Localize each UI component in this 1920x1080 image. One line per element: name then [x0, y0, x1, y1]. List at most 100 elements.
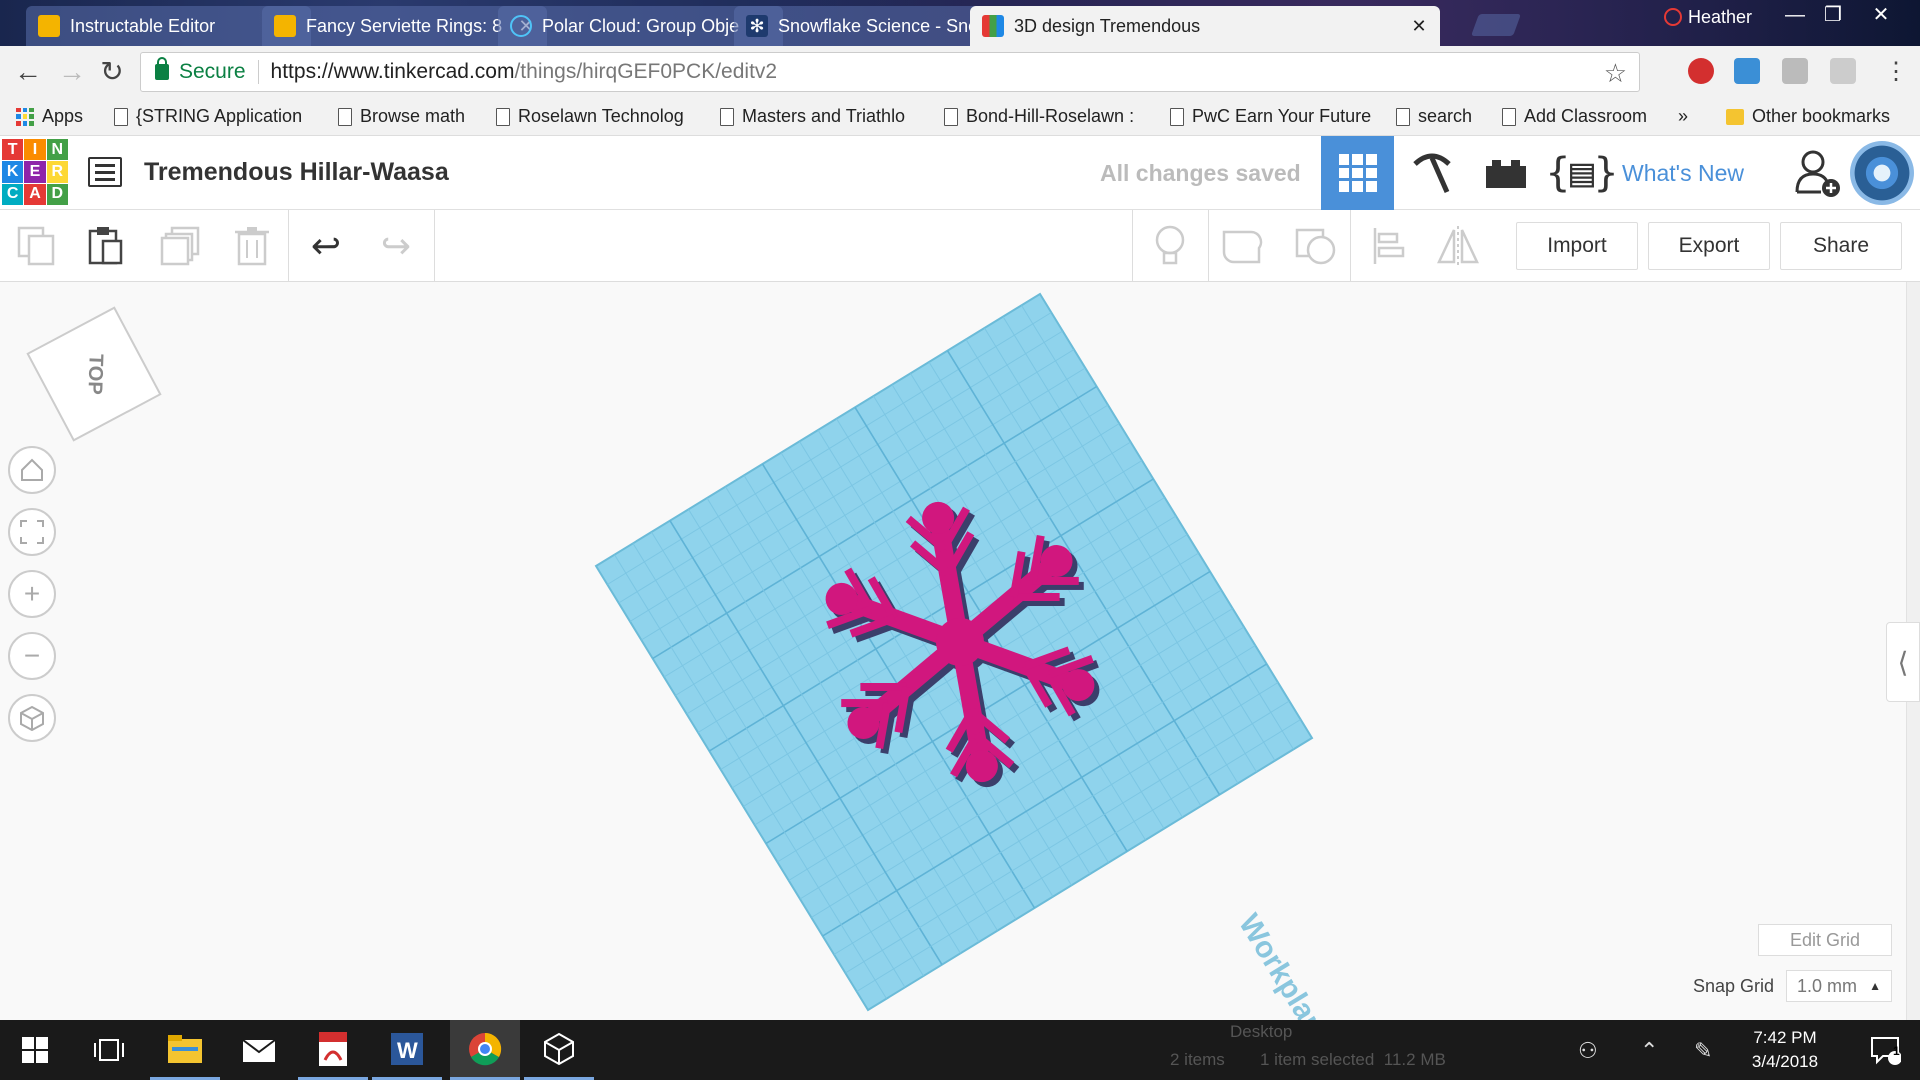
word-app[interactable]: W	[372, 1020, 442, 1080]
blocks-mode-button[interactable]	[1396, 136, 1468, 210]
workplane-label: Workplane	[1232, 908, 1340, 1020]
projection-button[interactable]	[8, 694, 56, 742]
ungroup-button[interactable]	[1294, 224, 1338, 268]
align-button[interactable]	[1366, 224, 1410, 268]
design-title[interactable]: Tremendous Hillar-Waasa	[144, 158, 449, 187]
menu-icon[interactable]: ⋮	[1880, 56, 1912, 88]
undo-button[interactable]: ↩	[304, 224, 348, 268]
bricks-mode-button[interactable]	[1470, 136, 1542, 210]
home-view-button[interactable]	[8, 446, 56, 494]
task-view-icon	[94, 1039, 124, 1061]
bookmark-item[interactable]: Masters and Triathlo	[720, 106, 905, 127]
close-window-button[interactable]: ✕	[1866, 2, 1896, 28]
tinkercad-header: TINKERCAD Tremendous Hillar-Waasa All ch…	[0, 136, 1920, 210]
snap-grid-value: 1.0 mm	[1797, 975, 1858, 996]
action-center-button[interactable]: 1	[1850, 1020, 1920, 1080]
paste-button[interactable]	[84, 224, 128, 268]
notes-button[interactable]	[1148, 224, 1192, 268]
zoom-in-button[interactable]: +	[8, 570, 56, 618]
extension-icon[interactable]	[1782, 58, 1808, 84]
bookmark-label: PwC Earn Your Future	[1192, 106, 1372, 126]
design-list-icon[interactable]	[88, 157, 122, 187]
user-avatar[interactable]	[1850, 141, 1914, 205]
bookmark-item[interactable]: Roselawn Technolog	[496, 106, 684, 127]
bookmark-item[interactable]: PwC Earn Your Future	[1170, 106, 1371, 127]
copy-button[interactable]	[14, 224, 58, 268]
zoom-out-button[interactable]: −	[8, 632, 56, 680]
bookmark-star-icon[interactable]: ☆	[1604, 58, 1627, 89]
codeblocks-icon: {▤}	[1545, 150, 1619, 196]
copy-icon	[17, 226, 55, 266]
tinkercad-logo[interactable]: TINKERCAD	[2, 139, 68, 205]
3d-builder-app[interactable]	[524, 1020, 594, 1080]
mail-app[interactable]	[224, 1020, 294, 1080]
address-bar[interactable]: Secure https://www.tinkercad.com/things/…	[140, 52, 1640, 92]
extension-icon[interactable]	[1688, 58, 1714, 84]
pdf-app[interactable]	[298, 1020, 368, 1080]
bookmarks-overflow-button[interactable]: »	[1678, 106, 1688, 127]
minimize-button[interactable]: —	[1780, 2, 1810, 28]
chrome-app[interactable]	[450, 1020, 520, 1080]
export-button[interactable]: Export	[1648, 222, 1770, 270]
share-button[interactable]: Share	[1780, 222, 1902, 270]
pen-icon[interactable]: ✎	[1694, 1038, 1712, 1064]
system-clock[interactable]: 7:42 PM 3/4/2018	[1740, 1026, 1830, 1074]
view-3d-button[interactable]	[1321, 136, 1394, 210]
svg-text:W: W	[397, 1038, 418, 1063]
file-explorer-app[interactable]	[150, 1020, 220, 1080]
logo-letter: I	[24, 139, 46, 161]
whats-new-link[interactable]: What's New	[1622, 160, 1744, 187]
browser-tab-active[interactable]: 3D design Tremendous ✕	[970, 6, 1440, 46]
invite-user-button[interactable]	[1786, 136, 1850, 210]
windows-icon	[22, 1037, 48, 1063]
show-hidden-icons[interactable]: ⌃	[1640, 1038, 1658, 1064]
task-view-button[interactable]	[74, 1020, 144, 1080]
page-icon	[1170, 107, 1184, 126]
tab-title: 3D design Tremendous	[1014, 15, 1201, 36]
logo-letter: K	[2, 161, 24, 183]
page-icon	[496, 107, 510, 126]
forward-button[interactable]: →	[56, 56, 88, 88]
bookmark-label: Other bookmarks	[1752, 106, 1891, 126]
edit-grid-button[interactable]: Edit Grid	[1758, 924, 1892, 956]
close-icon[interactable]: ✕	[1410, 16, 1428, 37]
grid-icon	[1338, 154, 1377, 192]
bookmark-item[interactable]: {STRING Application	[114, 106, 302, 127]
cast-icon[interactable]	[1830, 58, 1856, 84]
codeblocks-button[interactable]: {▤}	[1546, 136, 1618, 210]
profile-button[interactable]: Heather	[1664, 4, 1752, 30]
people-icon[interactable]: ⚇	[1578, 1038, 1598, 1064]
tinkercad-icon	[982, 15, 1004, 37]
extension-icon[interactable]	[1734, 58, 1760, 84]
duplicate-button[interactable]	[158, 224, 202, 268]
new-tab-button[interactable]	[1470, 14, 1522, 36]
profile-name: Heather	[1688, 6, 1753, 27]
pdf-icon	[319, 1031, 347, 1066]
other-bookmarks[interactable]: Other bookmarks	[1726, 106, 1890, 127]
caret-up-icon: ▲	[1869, 979, 1881, 993]
delete-button[interactable]	[230, 224, 274, 268]
background-explorer-window: Desktop 2 items 1 item selected 11.2 MB	[1150, 1020, 1570, 1080]
apps-grid-icon	[16, 107, 34, 126]
bookmark-item[interactable]: Browse math	[338, 106, 465, 127]
snap-grid-select[interactable]: 1.0 mm ▲	[1786, 970, 1892, 1002]
reload-button[interactable]: ↻	[96, 56, 128, 88]
mirror-button[interactable]	[1436, 224, 1480, 268]
group-button[interactable]	[1220, 224, 1264, 268]
collapse-panel-button[interactable]: ⟨	[1886, 622, 1920, 702]
bookmark-item[interactable]: Add Classroom	[1502, 106, 1647, 127]
restore-button[interactable]: ❐	[1818, 2, 1848, 28]
start-button[interactable]	[0, 1020, 70, 1080]
import-button[interactable]: Import	[1516, 222, 1638, 270]
bookmark-item[interactable]: search	[1396, 106, 1472, 127]
workplane-canvas[interactable]: Workplane	[0, 282, 1906, 1020]
save-status: All changes saved	[1100, 160, 1301, 186]
fit-view-button[interactable]	[8, 508, 56, 556]
redo-button[interactable]: ↪	[374, 224, 418, 268]
cube-icon	[20, 705, 44, 731]
3d-workspace[interactable]: Workplane TOP + − ⟨ Edit Grid Snap Grid …	[0, 282, 1920, 1020]
back-button[interactable]: ←	[12, 56, 44, 88]
bookmark-apps[interactable]: Apps	[16, 106, 83, 127]
bookmark-item[interactable]: Bond-Hill-Roselawn :	[944, 106, 1134, 127]
instructables-robot-icon	[38, 15, 60, 37]
